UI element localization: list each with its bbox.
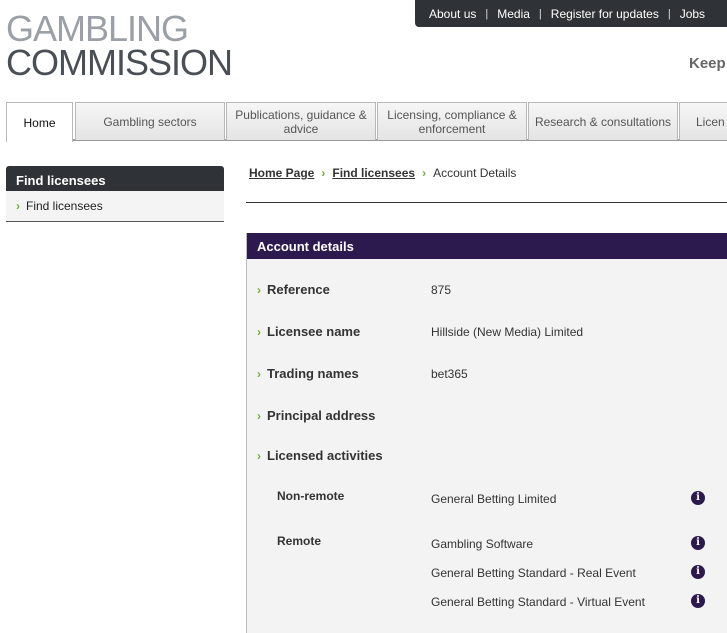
activity-item: General Betting Limited <box>431 492 557 506</box>
utility-nav: About us | Media | Register for updates … <box>415 0 727 27</box>
info-icon[interactable]: i <box>691 565 705 579</box>
sidebar-title: Find licensees <box>6 166 224 191</box>
breadcrumb-current: Account Details <box>433 166 517 180</box>
chevron-right-icon: › <box>257 282 261 297</box>
info-icon[interactable]: i <box>691 491 705 505</box>
info-icon[interactable]: i <box>691 594 705 608</box>
panel-title: Account details <box>247 233 727 259</box>
reference-label: Reference <box>267 282 330 297</box>
chevron-right-icon: › <box>16 199 20 213</box>
reference-value: 875 <box>431 283 452 297</box>
breadcrumb-find-licensees-link[interactable]: Find licensees <box>332 166 415 180</box>
utility-separator: | <box>667 7 671 20</box>
licensed-activities-row: › Licensed activities <box>257 448 383 463</box>
tagline: Keep <box>689 55 726 72</box>
activity-item: General Betting Standard - Virtual Event <box>431 595 645 609</box>
licensee-name-label: Licensee name <box>267 324 361 339</box>
licensee-name-value: Hillside (New Media) Limited <box>431 325 584 339</box>
licensed-activities-label: Licensed activities <box>267 448 383 463</box>
utility-separator: | <box>485 7 489 20</box>
activity-item: General Betting Standard - Real Event <box>431 566 636 580</box>
tab-licensing[interactable]: Licensing, compliance & enforcement <box>377 102 527 140</box>
principal-address-label: Principal address <box>267 408 376 423</box>
tab-publications[interactable]: Publications, guidance & advice <box>226 102 376 140</box>
sidebar-item-label: Find licensees <box>26 199 103 213</box>
tab-licensees[interactable]: Licen <box>679 102 727 140</box>
tab-home[interactable]: Home <box>6 102 73 142</box>
breadcrumb: Home Page › Find licensees › Account Det… <box>249 166 516 180</box>
sidebar-item-find-licensees[interactable]: › Find licensees <box>6 191 224 222</box>
gambling-commission-logo[interactable]: GAMBLING COMMISSION <box>6 8 233 83</box>
reference-row: › Reference <box>257 282 330 297</box>
trading-names-row: › Trading names <box>257 366 359 381</box>
logo-line1: GAMBLING <box>6 8 189 49</box>
chevron-right-icon: › <box>321 166 326 180</box>
chevron-right-icon: › <box>422 166 427 180</box>
principal-address-row: › Principal address <box>257 408 375 423</box>
trading-names-value: bet365 <box>431 367 468 381</box>
register-for-updates-link[interactable]: Register for updates <box>551 7 659 21</box>
chevron-right-icon: › <box>257 448 261 463</box>
chevron-right-icon: › <box>257 324 261 339</box>
main-nav: Home Gambling sectors Publications, guid… <box>6 102 727 142</box>
licensee-name-row: › Licensee name <box>257 324 360 339</box>
tab-research[interactable]: Research & consultations <box>528 102 678 140</box>
utility-separator: | <box>538 7 542 20</box>
chevron-right-icon: › <box>257 366 261 381</box>
non-remote-label: Non-remote <box>277 489 345 503</box>
media-link[interactable]: Media <box>497 7 530 21</box>
activity-item: Gambling Software <box>431 537 534 551</box>
about-us-link[interactable]: About us <box>429 7 476 21</box>
tab-gambling-sectors[interactable]: Gambling sectors <box>75 102 225 140</box>
info-icon[interactable]: i <box>691 536 705 550</box>
chevron-right-icon: › <box>257 408 261 423</box>
account-details-panel: Account details › Reference 875 › Licens… <box>246 233 727 633</box>
logo-line2: COMMISSION <box>6 42 233 83</box>
breadcrumb-home-link[interactable]: Home Page <box>249 166 314 180</box>
jobs-link[interactable]: Jobs <box>680 7 705 21</box>
breadcrumb-divider <box>246 202 727 203</box>
remote-label: Remote <box>277 534 322 548</box>
trading-names-label: Trading names <box>267 366 359 381</box>
